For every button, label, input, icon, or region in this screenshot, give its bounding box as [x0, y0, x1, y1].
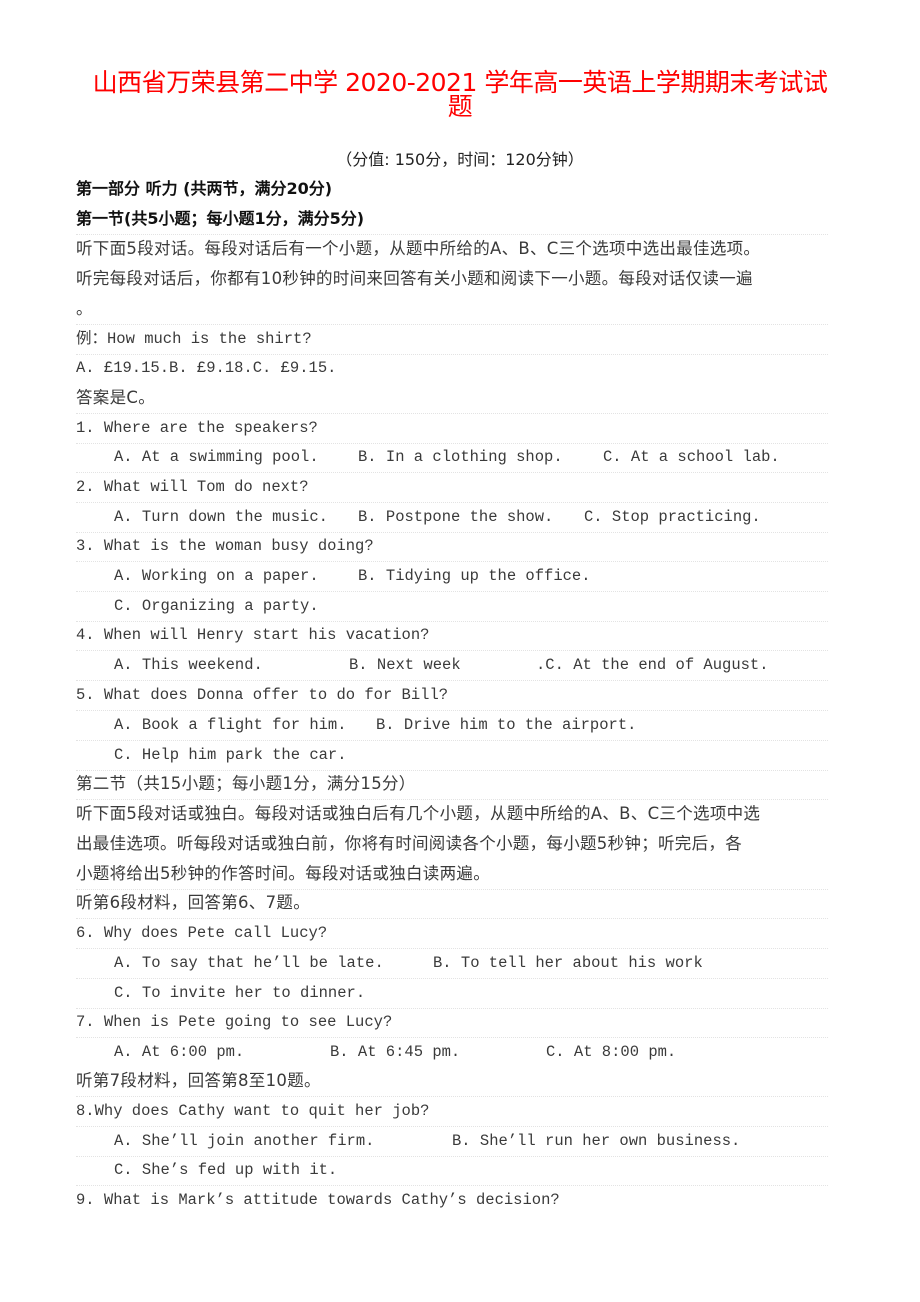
question-6-option-c: C. To invite her to dinner. [76, 978, 828, 1009]
option-b: B. In a clothing shop. [358, 448, 563, 466]
option-b: B. To tell her about his work [433, 954, 703, 972]
example-question: 例：How much is the shirt? [76, 324, 828, 355]
option-c: C. Organizing a party. [114, 597, 319, 615]
question-6-options-ab: A. To say that he’ll be late. B. To tell… [76, 948, 828, 979]
option-c: C. At a school lab. [603, 448, 780, 466]
option-c: C. Stop practicing. [584, 508, 761, 526]
option-c: C. Help him park the car. [114, 746, 347, 764]
option-c: C. To invite her to dinner. [114, 984, 366, 1002]
question-3-option-c: C. Organizing a party. [76, 591, 828, 622]
question-2: 2. What will Tom do next? [76, 472, 828, 503]
exam-title-continued: 题 [447, 92, 473, 121]
option-a: A. At a swimming pool. [114, 448, 319, 466]
option-a: A. Working on a paper. [114, 567, 319, 585]
option-c: .C. At the end of August. [536, 656, 769, 674]
exam-page: 山西省万荣县第二中学 2020-2021 学年高一英语上学期期末考试试 题 （分… [0, 0, 920, 1302]
example-options: A. £19.15.B. £9.18.C. £9.15. [76, 359, 337, 377]
question-4-options: A. This weekend. B. Next week .C. At the… [76, 650, 828, 681]
option-a: A. This weekend. [114, 656, 263, 674]
option-a: A. Turn down the music. [114, 508, 328, 526]
option-a: A. To say that he’ll be late. [114, 954, 384, 972]
option-b: B. At 6:45 pm. [330, 1043, 461, 1061]
question-6: 6. Why does Pete call Lucy? [76, 918, 828, 949]
question-1-options: A. At a swimming pool. B. In a clothing … [76, 442, 828, 473]
option-b: B. Postpone the show. [358, 508, 554, 526]
material-7-note: 听第7段材料，回答第8至10题。 [76, 1066, 828, 1097]
option-b: B. Tidying up the office. [358, 567, 591, 585]
option-c: C. At 8:00 pm. [546, 1043, 677, 1061]
section2-instruction-3: 小题将给出5秒钟的作答时间。每段对话或独白读两遍。 [76, 859, 828, 890]
section2-heading: 第二节（共15小题；每小题1分，满分15分） [76, 769, 828, 800]
question-5-options-ab: A. Book a flight for him. B. Drive him t… [76, 710, 828, 741]
question-1: 1. Where are the speakers? [76, 413, 828, 444]
question-9: 9. What is Mark’s attitude towards Cathy… [76, 1191, 560, 1209]
option-b: B. She’ll run her own business. [452, 1132, 741, 1150]
score-time-info: （分值: 150分，时间：120分钟） [336, 150, 584, 169]
section1-instruction-1: 听下面5段对话。每段对话后有一个小题，从题中所给的A、B、C三个选项中选出最佳选… [76, 239, 761, 258]
option-a: A. At 6:00 pm. [114, 1043, 245, 1061]
question-8: 8.Why does Cathy want to quit her job? [76, 1096, 828, 1127]
question-3-options-ab: A. Working on a paper. B. Tidying up the… [76, 561, 828, 592]
example-answer: 答案是C。 [76, 383, 828, 414]
material-6-note: 听第6段材料，回答第6、7题。 [76, 888, 828, 919]
question-8-options-ab: A. She’ll join another firm. B. She’ll r… [76, 1126, 828, 1157]
question-7-options: A. At 6:00 pm. B. At 6:45 pm. C. At 8:00… [76, 1037, 828, 1067]
section1-instruction-2: 听完每段对话后，你都有10秒钟的时间来回答有关小题和阅读下一小题。每段对话仅读一… [76, 269, 753, 288]
option-a: A. Book a flight for him. [114, 716, 347, 734]
section1-instruction-3: 。 [76, 294, 828, 325]
question-3: 3. What is the woman busy doing? [76, 531, 828, 562]
question-5-option-c: C. Help him park the car. [76, 740, 828, 771]
question-4: 4. When will Henry start his vacation? [76, 620, 828, 651]
section1-heading: 第一节(共5小题；每小题1分，满分5分) [76, 204, 828, 235]
question-2-options: A. Turn down the music. B. Postpone the … [76, 502, 828, 533]
option-c: C. She’s fed up with it. [114, 1161, 338, 1179]
option-b: B. Next week [349, 656, 461, 674]
option-a: A. She’ll join another firm. [114, 1132, 375, 1150]
part1-heading: 第一部分 听力 (共两节，满分20分) [76, 179, 333, 198]
section2-instruction-1: 听下面5段对话或独白。每段对话或独白后有几个小题，从题中所给的A、B、C三个选项… [76, 804, 761, 823]
question-5: 5. What does Donna offer to do for Bill? [76, 680, 828, 711]
question-8-option-c: C. She’s fed up with it. [76, 1155, 828, 1186]
question-7: 7. When is Pete going to see Lucy? [76, 1007, 828, 1038]
option-b: B. Drive him to the airport. [376, 716, 637, 734]
section2-instruction-2: 出最佳选项。听每段对话或独白前，你将有时间阅读各个小题，每小题5秒钟；听完后，各 [76, 834, 742, 853]
